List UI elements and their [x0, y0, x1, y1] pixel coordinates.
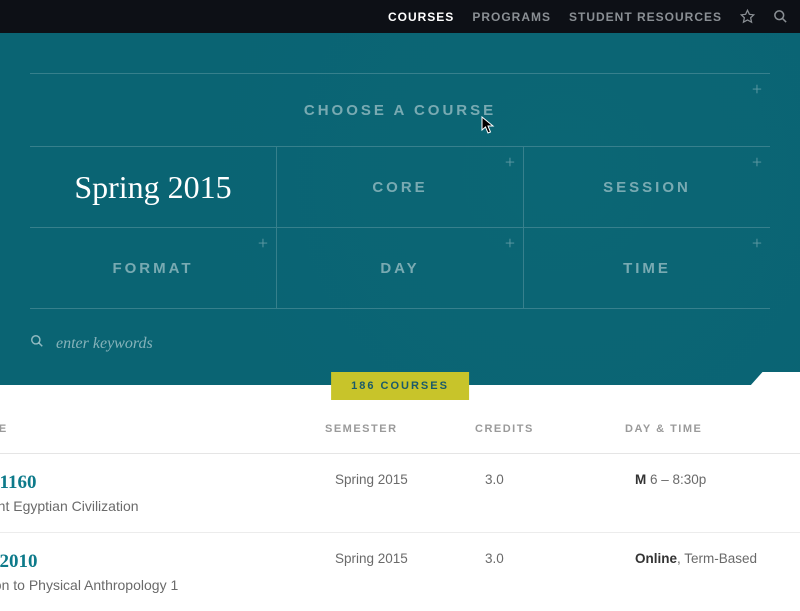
keyword-search-row: [30, 334, 770, 353]
course-code: H 2010: [0, 551, 335, 573]
search-icon: [30, 334, 44, 353]
cell-semester: Spring 2015: [335, 472, 485, 487]
nav-courses[interactable]: COURSES: [388, 10, 454, 24]
header-course: SE: [0, 423, 325, 435]
search-icon[interactable]: [773, 9, 788, 24]
filter-day[interactable]: DAY +: [277, 228, 524, 308]
plus-icon: +: [505, 153, 515, 171]
cell-daytime: Online, Term-Based: [635, 551, 800, 566]
filter-label: SESSION: [603, 179, 691, 196]
hero-filter-panel: CHOOSE A COURSE + Spring 2015 CORE + SES…: [0, 33, 800, 385]
filter-time[interactable]: TIME +: [524, 228, 770, 308]
cell-credits: 3.0: [485, 472, 635, 487]
plus-icon: +: [752, 80, 762, 98]
header-semester: SEMESTER: [325, 423, 475, 435]
filter-label: CORE: [372, 179, 427, 196]
filter-label: TIME: [623, 260, 671, 277]
filter-label: DAY: [380, 260, 419, 277]
cell-semester: Spring 2015: [335, 551, 485, 566]
header-credits: CREDITS: [475, 423, 625, 435]
filter-format[interactable]: FORMAT +: [30, 228, 277, 308]
plus-icon: +: [752, 153, 762, 171]
table-header: SE SEMESTER CREDITS DAY & TIME: [0, 423, 800, 454]
keyword-search-input[interactable]: [56, 335, 770, 353]
cell-credits: 3.0: [485, 551, 635, 566]
cell-daytime: M 6 – 8:30p: [635, 472, 800, 487]
filter-label: FORMAT: [112, 260, 193, 277]
filter-core[interactable]: CORE +: [277, 147, 524, 227]
filter-semester[interactable]: Spring 2015: [30, 147, 277, 227]
table-row[interactable]: H 2010 uction to Physical Anthropology 1…: [0, 533, 800, 611]
filter-label: CHOOSE A COURSE: [304, 102, 496, 119]
plus-icon: +: [258, 234, 268, 252]
filter-session[interactable]: SESSION +: [524, 147, 770, 227]
decorative-notch: [750, 372, 800, 386]
nav-student-resources[interactable]: STUDENT RESOURCES: [569, 10, 722, 24]
results-table: SE SEMESTER CREDITS DAY & TIME H 1160 nc…: [0, 385, 800, 611]
nav-programs[interactable]: PROGRAMS: [472, 10, 551, 24]
table-row[interactable]: H 1160 ncient Egyptian Civilization Spri…: [0, 454, 800, 533]
plus-icon: +: [505, 234, 515, 252]
top-nav: COURSES PROGRAMS STUDENT RESOURCES: [0, 0, 800, 33]
plus-icon: +: [752, 234, 762, 252]
results-count-badge: 186 COURSES: [331, 372, 469, 400]
course-title: ncient Egyptian Civilization: [0, 498, 335, 514]
header-daytime: DAY & TIME: [625, 423, 800, 435]
filter-choose-course[interactable]: CHOOSE A COURSE +: [30, 74, 770, 146]
course-code: H 1160: [0, 472, 335, 494]
course-title: uction to Physical Anthropology 1: [0, 577, 335, 593]
star-icon[interactable]: [740, 9, 755, 24]
filter-semester-value: Spring 2015: [74, 169, 231, 206]
